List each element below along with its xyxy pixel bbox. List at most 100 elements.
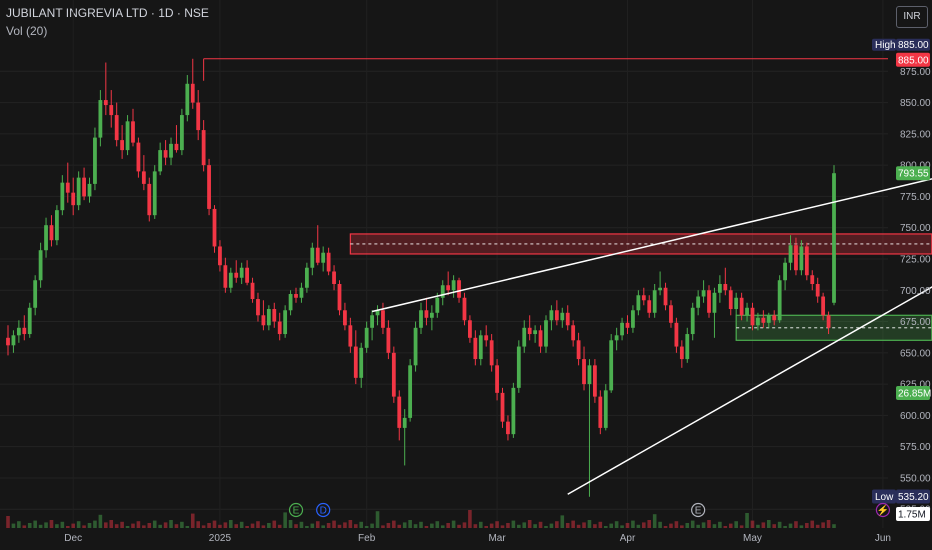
candle-body: [717, 284, 722, 293]
candle-body: [560, 312, 565, 321]
volume-bar: [169, 520, 173, 528]
high-label-text: High: [875, 40, 896, 51]
time-tick-label: Feb: [358, 533, 376, 544]
candle-body: [381, 310, 385, 328]
volume-bar: [707, 520, 711, 528]
volume-bar: [527, 520, 532, 528]
volume-bar: [783, 526, 787, 528]
volume-bar: [364, 526, 369, 528]
candle-body: [777, 280, 782, 321]
candle-body: [326, 252, 331, 272]
volume-bar: [805, 523, 809, 528]
zones: [349, 233, 932, 341]
price-tick-label: 700.00: [900, 286, 931, 297]
price-axis[interactable]: 525.00550.00575.00600.00625.00650.00675.…: [900, 67, 931, 516]
price-tick-label: 575.00: [900, 442, 931, 453]
price-chart[interactable]: 525.00550.00575.00600.00625.00650.00675.…: [0, 0, 932, 550]
volume-bar: [386, 523, 391, 528]
volume-bar: [11, 523, 16, 528]
volume-bar: [22, 525, 27, 528]
volume-bar: [419, 521, 423, 528]
candle-body: [451, 280, 456, 291]
volume-bar: [424, 526, 429, 528]
volume-bar: [315, 521, 320, 528]
candle-body: [277, 321, 282, 335]
volume-bar: [294, 524, 298, 528]
candle-body: [473, 337, 478, 360]
candle-body: [462, 297, 467, 321]
time-axis[interactable]: Dec 2025 Feb Mar Apr May Jun: [64, 533, 891, 544]
candle-body: [576, 340, 581, 360]
volume-bar: [142, 525, 146, 528]
volume-bar: [533, 524, 537, 528]
volume-bar: [353, 524, 358, 528]
volume-bar: [745, 513, 749, 528]
volume-bar: [190, 513, 195, 528]
volume-bar: [131, 523, 135, 528]
event-marker-label: E: [695, 506, 702, 517]
event-marker-label: D: [320, 506, 327, 517]
volume-bar: [565, 523, 570, 528]
volume-bar: [381, 525, 385, 528]
volume-bar: [98, 514, 103, 528]
volume-bar: [402, 522, 407, 528]
candle-body: [690, 307, 695, 335]
candle-body: [489, 340, 494, 366]
candle-body: [533, 330, 538, 335]
candle-body: [120, 140, 125, 151]
time-tick-label: Apr: [620, 533, 636, 544]
candle-body: [701, 290, 706, 297]
candle-body: [707, 290, 711, 313]
candle-body: [65, 182, 70, 193]
candle-body: [82, 177, 86, 197]
candle-body: [397, 396, 402, 428]
volume-bar: [60, 521, 65, 528]
candle-body: [343, 310, 347, 326]
candle-body: [739, 297, 744, 316]
candle-body: [424, 310, 429, 318]
volume-bar: [440, 525, 445, 528]
volume-bar: [620, 525, 624, 528]
volume-bar: [603, 526, 608, 528]
volume-bar: [370, 523, 374, 528]
volume-bar: [544, 526, 548, 528]
volume-bar: [582, 522, 586, 528]
candle-body: [353, 346, 358, 378]
candle-body: [147, 183, 152, 216]
volume-bar: [321, 525, 325, 528]
volume-bar: [718, 521, 722, 528]
candle-body: [821, 296, 826, 316]
candle-body: [571, 325, 576, 341]
volume-bar: [593, 524, 597, 528]
volume-bar: [489, 523, 494, 528]
candle-body: [674, 322, 679, 347]
candle-body: [33, 280, 38, 308]
candle-body: [478, 335, 483, 360]
volume-bar: [712, 524, 717, 528]
volume-bar: [223, 522, 228, 528]
candle-body: [294, 294, 298, 298]
volume-bar: [701, 522, 706, 528]
volume-bar: [120, 521, 124, 528]
candle-body: [446, 285, 451, 291]
candle-body: [163, 150, 168, 158]
event-marker-label: ⚡: [877, 504, 889, 517]
price-tick-label: 775.00: [900, 192, 931, 203]
candle-body: [652, 290, 657, 313]
volume-bar: [685, 523, 690, 528]
event-markers[interactable]: E D E ⚡: [288, 502, 891, 518]
candle-body: [87, 183, 92, 197]
volume-bar: [65, 526, 70, 528]
volume-bar: [136, 521, 141, 528]
volume-bar: [267, 523, 271, 528]
candle-body: [815, 284, 820, 297]
drawings: [203, 58, 932, 495]
volume-bar: [522, 522, 527, 528]
price-tick-label: 725.00: [900, 254, 931, 265]
candle-body: [484, 335, 489, 341]
volume-bar: [256, 521, 260, 528]
volume-bar: [511, 520, 516, 528]
candle-body: [794, 245, 798, 271]
volume-bar: [739, 525, 744, 528]
volume-bar: [826, 520, 831, 528]
